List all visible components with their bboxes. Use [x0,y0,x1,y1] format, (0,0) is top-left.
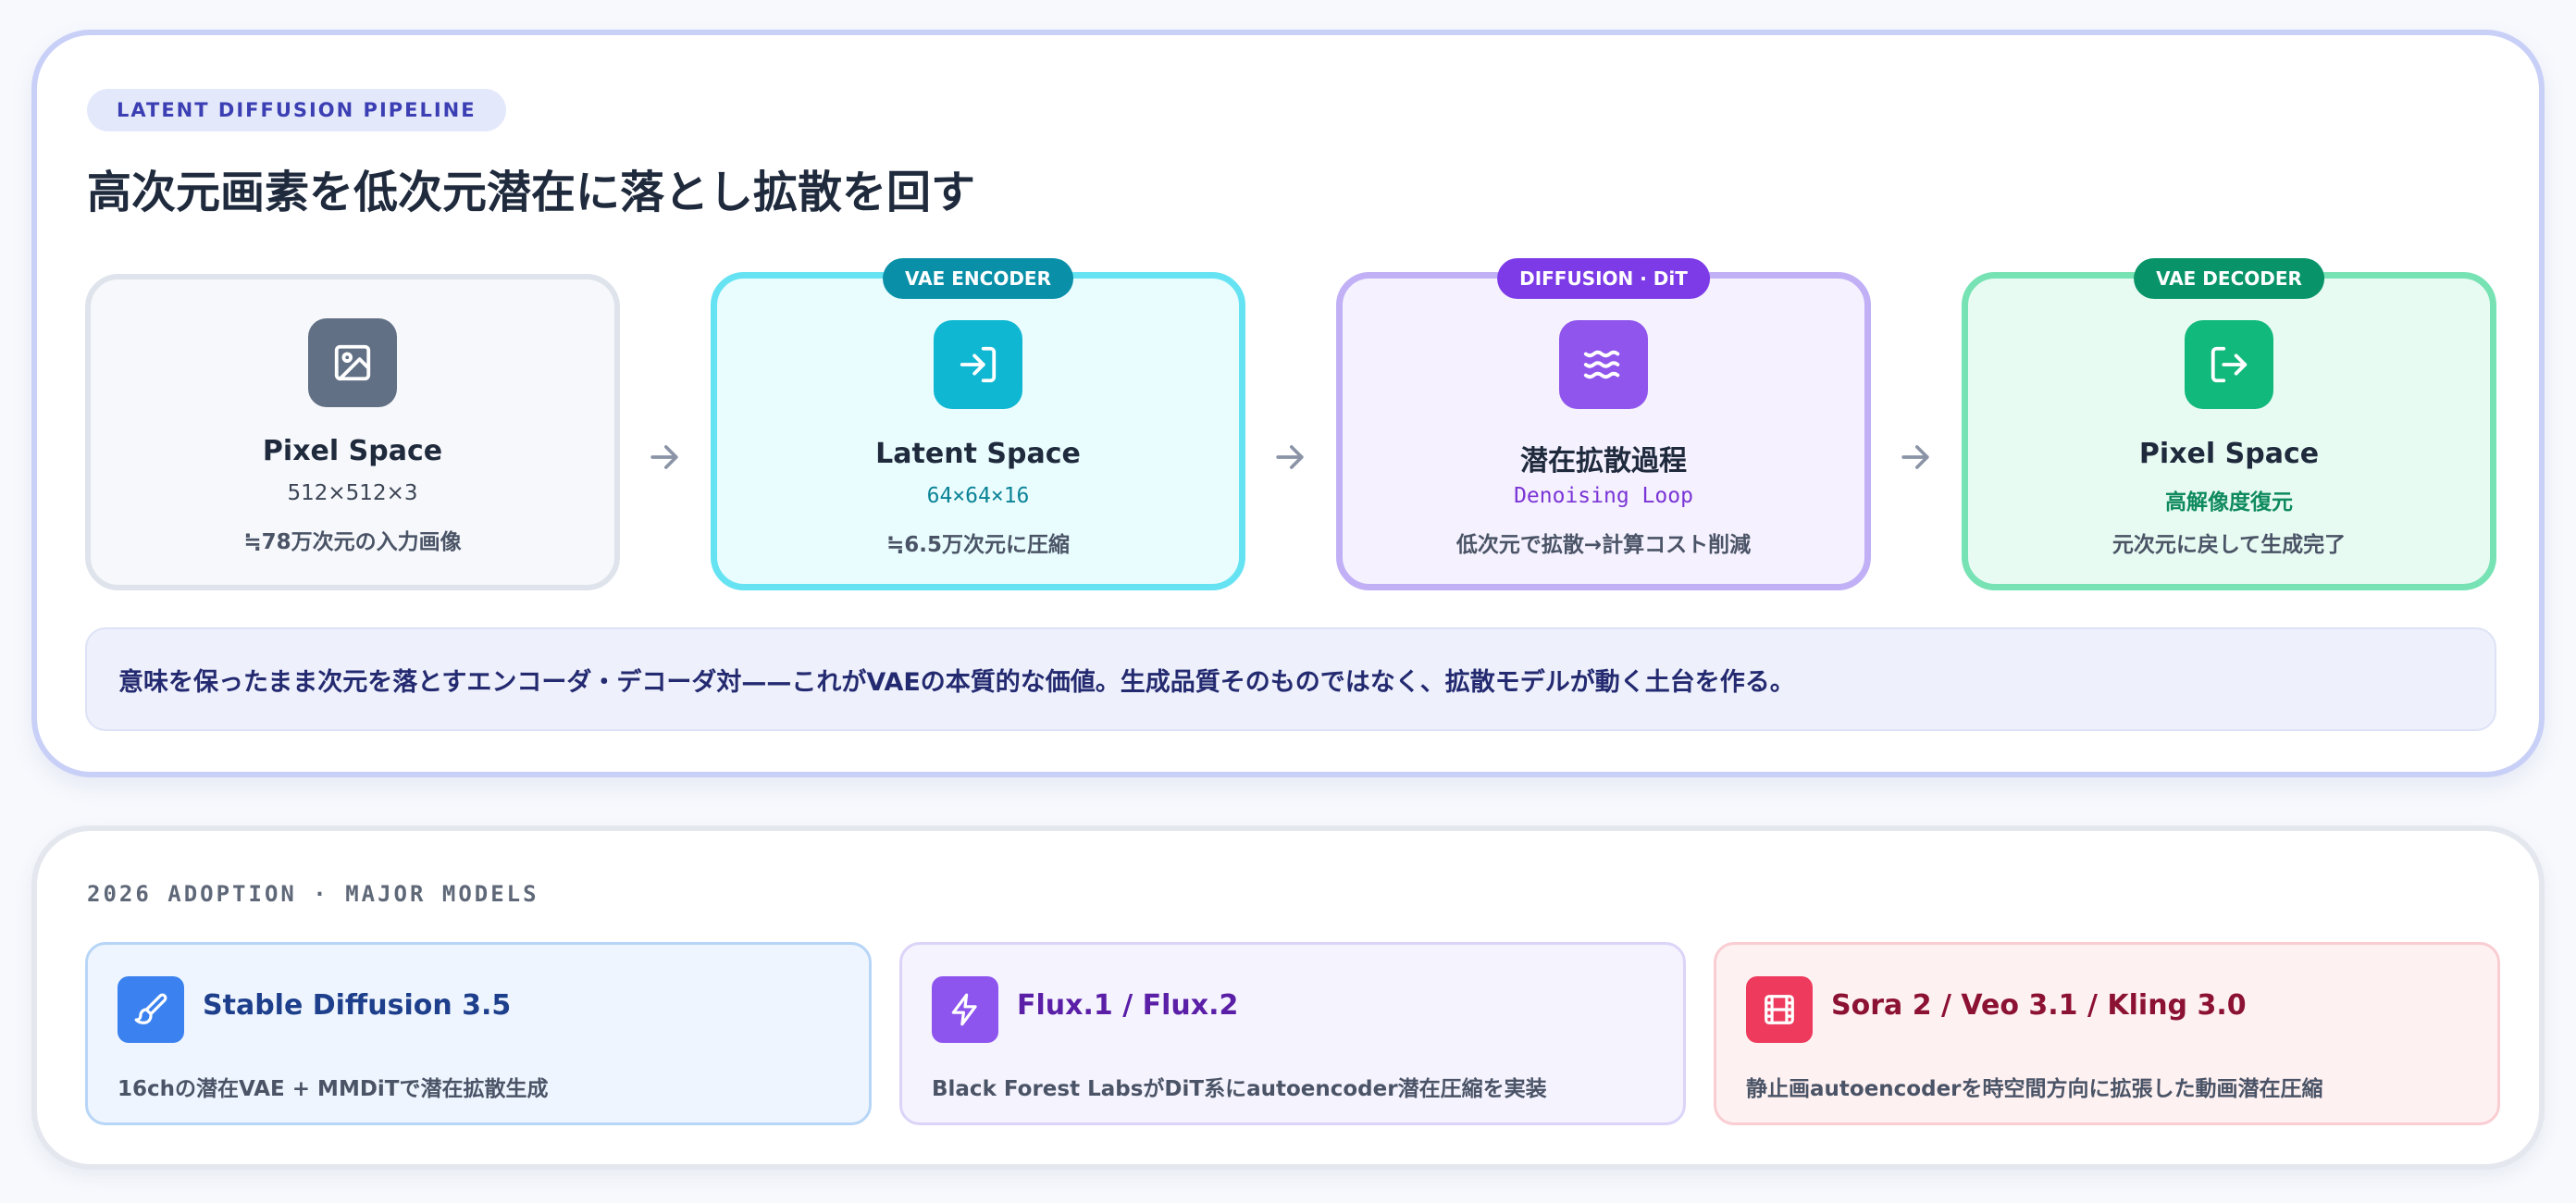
adoption-heading: 2026 ADOPTION · MAJOR MODELS [87,881,539,907]
stage-description: 低次元で拡散→計算コスト削減 [1455,533,1752,557]
waves-icon [1559,320,1648,409]
stage-name: 潜在拡散過程 [1520,445,1687,477]
lightning-icon [932,976,998,1043]
pipeline-card: LATENT DIFFUSION PIPELINE 高次元画素を低次元潜在に落と… [31,30,2545,777]
model-description: 16chの潜在VAE + MMDiTで潜在拡散生成 [118,1077,549,1101]
model-description: 静止画autoencoderを時空間方向に拡張した動画潜在圧縮 [1746,1077,2323,1101]
stage-dimension: 512×512×3 [287,481,418,505]
arrow-right-icon [1901,445,1929,469]
stage-description: 元次元に戻して生成完了 [2112,533,2347,557]
model-name: Stable Diffusion 3.5 [203,989,512,1022]
stage-latent-space: VAE ENCODER Latent Space 64×64×16 ≒6.5万次… [711,258,1245,590]
log-in-icon [934,320,1022,409]
stage-badge: VAE ENCODER [883,258,1073,299]
stage-pixel-output: VAE DECODER Pixel Space 高解像度復元 元次元に戻して生成… [1962,258,2496,590]
model-card-video-models: Sora 2 / Veo 3.1 / Kling 3.0 静止画autoenco… [1714,942,2500,1125]
stage-dimension: Denoising Loop [1514,484,1693,508]
model-description: Black Forest LabsがDiT系にautoencoder潜在圧縮を実… [932,1077,1547,1101]
arrow-right-icon [650,445,678,469]
stage-diffusion: DIFFUSION · DiT 潜在拡散過程 Denoising Loop 低次… [1336,258,1871,590]
model-name: Flux.1 / Flux.2 [1017,989,1239,1022]
stage-badge: DIFFUSION · DiT [1497,258,1710,299]
stage-name: Pixel Space [2138,438,2320,470]
stage-dimension: 64×64×16 [926,484,1030,508]
model-card-flux: Flux.1 / Flux.2 Black Forest LabsがDiT系にa… [899,942,1686,1125]
model-card-stable-diffusion: Stable Diffusion 3.5 16chの潜在VAE + MMDiTで… [85,942,872,1125]
film-icon [1746,976,1813,1043]
stage-pixel-input: Pixel Space 512×512×3 ≒78万次元の入力画像 [85,274,620,590]
model-name: Sora 2 / Veo 3.1 / Kling 3.0 [1831,989,2247,1022]
stage-badge: VAE DECODER [2134,258,2324,299]
image-icon [308,318,397,407]
arrow-right-icon [1276,445,1304,469]
stage-description: ≒78万次元の入力画像 [243,530,462,554]
pipeline-tag: LATENT DIFFUSION PIPELINE [87,89,506,131]
adoption-card: 2026 ADOPTION · MAJOR MODELS Stable Diff… [31,825,2545,1170]
pipeline-title: 高次元画素を低次元潜在に落とし拡散を回す [87,167,976,218]
stage-name: Pixel Space [262,435,443,467]
stage-dimension: 高解像度復元 [2165,490,2293,515]
log-out-icon [2185,320,2273,409]
stage-description: ≒6.5万次元に圧縮 [886,533,1070,557]
stage-name: Latent Space [875,438,1081,470]
summary-callout: 意味を保ったまま次元を落とすエンコーダ・デコーダ対——これがVAEの本質的な価値… [85,627,2496,731]
paintbrush-icon [118,976,184,1043]
